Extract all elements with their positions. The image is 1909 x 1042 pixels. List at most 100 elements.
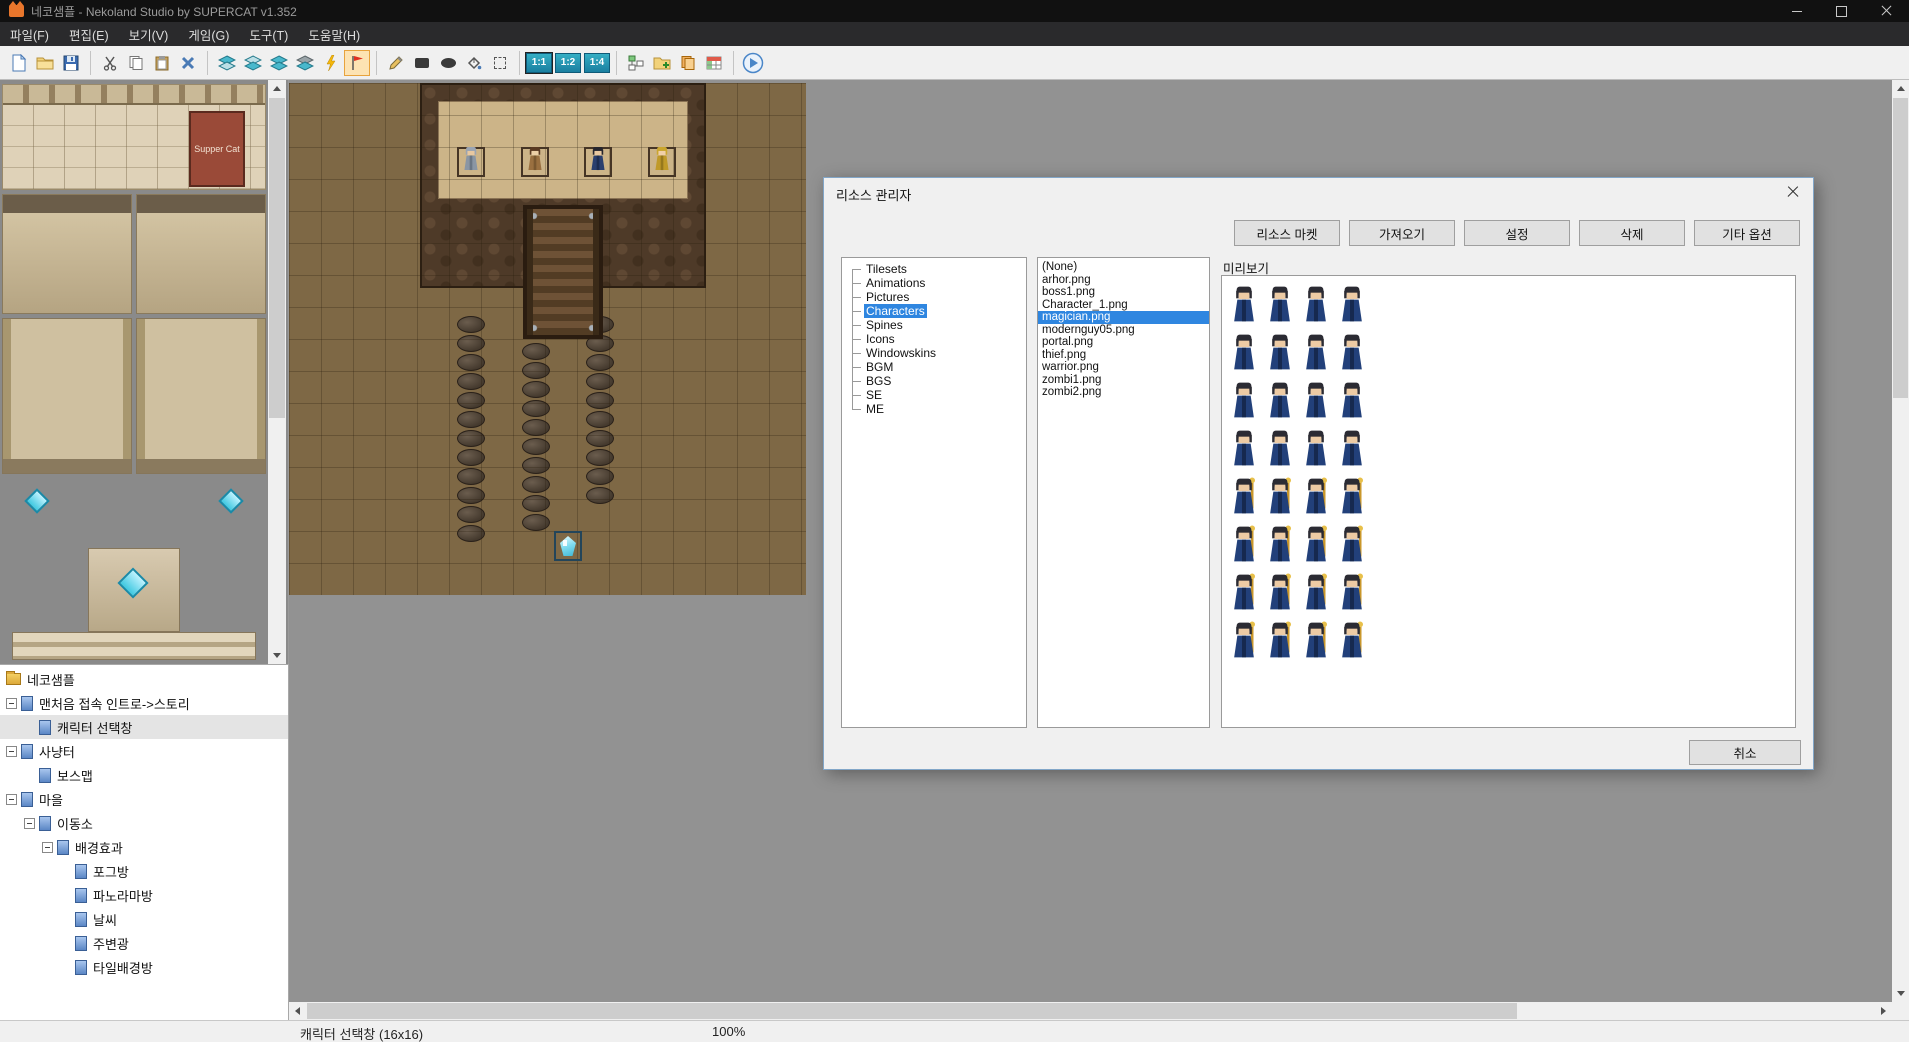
scrollbar-thumb[interactable] [269,98,285,418]
file-item[interactable]: magician.png [1038,311,1209,324]
file-item[interactable]: portal.png [1038,336,1209,349]
pencil-tool-icon[interactable] [383,50,409,76]
tree-item[interactable]: 마을 [0,787,288,811]
tileset-gem-tile[interactable] [218,488,243,513]
category-item-tilesets[interactable]: Tilesets [842,262,1026,276]
tileset-gem-tile[interactable] [24,488,49,513]
tree-expander-icon[interactable] [24,818,35,829]
file-item[interactable]: thief.png [1038,349,1209,362]
layer-3-icon[interactable] [266,50,292,76]
open-folder-icon[interactable] [32,50,58,76]
map-crystal-event[interactable] [554,531,582,561]
scroll-up-icon[interactable] [1892,80,1909,97]
category-item-bgm[interactable]: BGM [842,360,1026,374]
file-item[interactable]: zombi2.png [1038,386,1209,399]
ellipse-tool-icon[interactable] [435,50,461,76]
add-folder-icon[interactable] [649,50,675,76]
category-item-pictures[interactable]: Pictures [842,290,1026,304]
menu-item[interactable]: 파일(F) [0,22,59,46]
tree-item[interactable]: 사냥터 [0,739,288,763]
close-button[interactable] [1864,0,1909,22]
layer-1-icon[interactable] [214,50,240,76]
file-item[interactable]: Character_1.png [1038,299,1209,312]
select-tool-icon[interactable] [487,50,513,76]
menu-item[interactable]: 보기(V) [119,22,179,46]
menu-item[interactable]: 도구(T) [239,22,298,46]
delete-icon[interactable] [175,50,201,76]
paste-icon[interactable] [149,50,175,76]
map-character-event[interactable] [648,147,676,177]
zoom-button-1-2[interactable]: 1:2 [555,53,581,73]
tree-item[interactable]: 보스맵 [0,763,288,787]
tileset-scrollbar[interactable] [268,80,286,664]
delete-button[interactable]: 삭제 [1579,220,1685,246]
file-item[interactable]: (None) [1038,261,1209,274]
map-character-event[interactable] [457,147,485,177]
tree-expander-icon[interactable] [6,698,17,709]
file-item[interactable]: zombi1.png [1038,374,1209,387]
tree-item[interactable]: 파노라마방 [0,883,288,907]
dialog-close-icon[interactable] [1779,181,1807,203]
tileset-fountain-base-tile[interactable] [12,632,256,660]
tree-expander-icon[interactable] [6,794,17,805]
map-character-event[interactable] [521,147,549,177]
other-options-button[interactable]: 기타 옵션 [1694,220,1800,246]
cut-icon[interactable] [97,50,123,76]
start-flag-icon[interactable] [344,50,370,76]
category-item-spines[interactable]: Spines [842,318,1026,332]
maximize-button[interactable] [1819,0,1864,22]
scroll-right-icon[interactable] [1875,1002,1892,1020]
category-item-windowskins[interactable]: Windowskins [842,346,1026,360]
settings-button[interactable]: 설정 [1464,220,1570,246]
import-button[interactable]: 가져오기 [1349,220,1455,246]
cancel-button[interactable]: 취소 [1689,740,1801,765]
zoom-button-1-1[interactable]: 1:1 [526,53,552,73]
category-item-se[interactable]: SE [842,388,1026,402]
tree-expander-icon[interactable] [42,842,53,853]
category-item-bgs[interactable]: BGS [842,374,1026,388]
canvas-horizontal-scrollbar[interactable] [289,1002,1892,1020]
menu-item[interactable]: 편집(E) [59,22,119,46]
resource-market-button[interactable]: 리소스 마켓 [1234,220,1340,246]
menu-item[interactable]: 도움말(H) [298,22,370,46]
event-lightning-icon[interactable] [318,50,344,76]
tree-expander-icon[interactable] [6,746,17,757]
scroll-down-icon[interactable] [268,647,285,664]
map-canvas[interactable] [289,83,806,595]
tileset-battlement-tiles[interactable] [3,85,265,105]
map-character-event[interactable] [584,147,612,177]
scrollbar-thumb[interactable] [1893,98,1908,398]
tree-item[interactable]: 이동소 [0,811,288,835]
file-item[interactable]: boss1.png [1038,286,1209,299]
tileset-pillar-tile[interactable] [136,318,266,474]
zoom-button-1-4[interactable]: 1:4 [584,53,610,73]
map-stairs-door[interactable] [523,205,603,339]
rectangle-tool-icon[interactable] [409,50,435,76]
fill-tool-icon[interactable] [461,50,487,76]
title-bar[interactable]: 네코샘플 - Nekoland Studio by SUPERCAT v1.35… [0,0,1909,22]
file-item[interactable]: warrior.png [1038,361,1209,374]
canvas-vertical-scrollbar[interactable] [1892,80,1909,1002]
scroll-left-icon[interactable] [289,1002,306,1020]
tree-item[interactable]: 타일배경방 [0,955,288,979]
tree-item[interactable]: 네코샘플 [0,667,288,691]
scroll-up-icon[interactable] [268,80,285,97]
scroll-down-icon[interactable] [1892,985,1909,1002]
tileset-block-tile[interactable] [2,194,132,314]
tree-item[interactable]: 배경효과 [0,835,288,859]
map-tree-icon[interactable] [623,50,649,76]
category-item-characters[interactable]: Characters [842,304,1026,318]
category-item-animations[interactable]: Animations [842,276,1026,290]
tree-item[interactable]: 캐릭터 선택창 [0,715,288,739]
category-item-icons[interactable]: Icons [842,332,1026,346]
layer-2-icon[interactable] [240,50,266,76]
play-button[interactable] [740,50,766,76]
file-item[interactable]: modernguy05.png [1038,324,1209,337]
file-item[interactable]: arhor.png [1038,274,1209,287]
save-icon[interactable] [58,50,84,76]
tileset-wall-tiles[interactable]: Supper Cat [2,84,266,190]
copy-icon[interactable] [123,50,149,76]
tree-item[interactable]: 맨처음 접속 인트로->스토리 [0,691,288,715]
minimize-button[interactable] [1774,0,1819,22]
scrollbar-thumb[interactable] [307,1003,1517,1019]
